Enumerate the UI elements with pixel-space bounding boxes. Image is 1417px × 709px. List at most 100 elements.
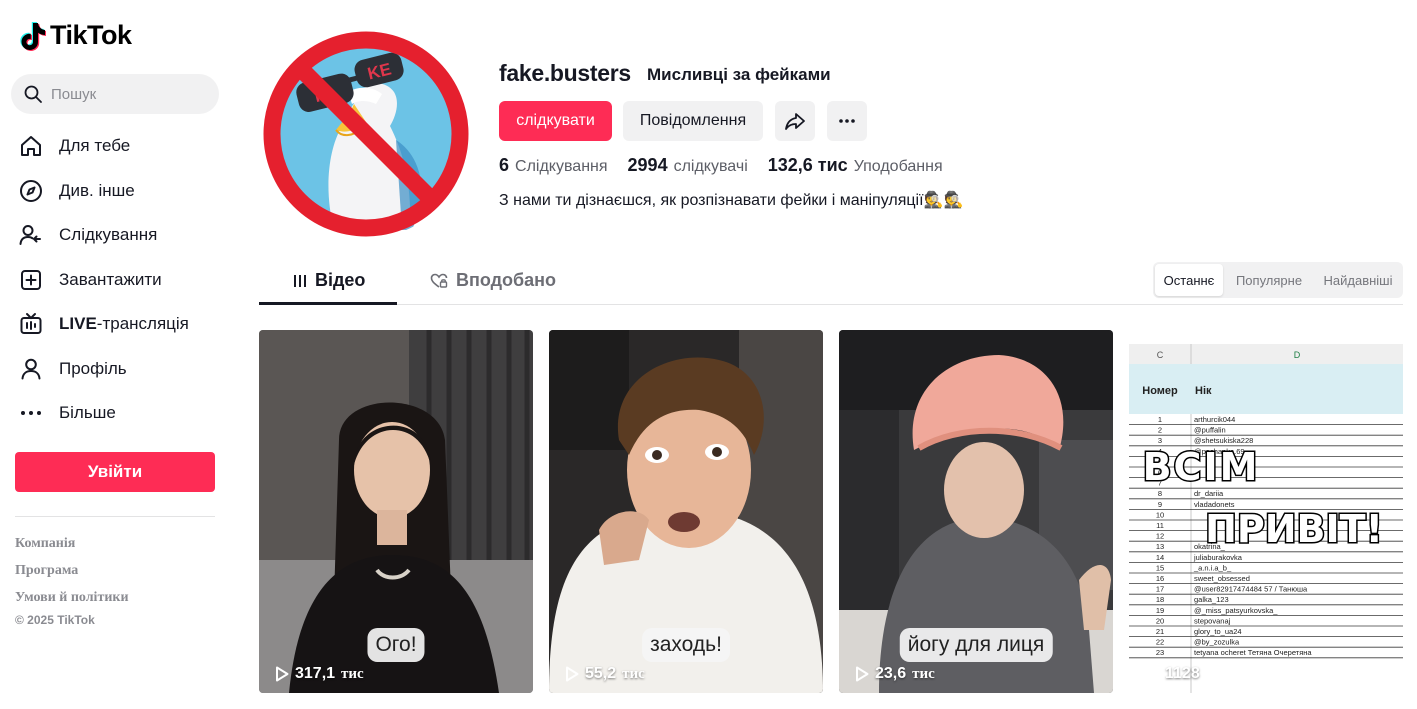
stat-likes-count: 132,6 тис [767, 155, 848, 175]
video-card[interactable]: Ого! 317,1 тис [259, 330, 533, 693]
search-input[interactable] [51, 85, 201, 103]
sheet-cell-number: 16 [1156, 574, 1164, 583]
tab-liked[interactable]: Вподобано [430, 270, 556, 291]
more-options-button[interactable] [827, 101, 867, 141]
stat-following-count: 6 [499, 155, 510, 175]
nav-for-you[interactable]: Для тебе [0, 124, 235, 169]
video-card[interactable]: йогу для лиця 23,6 тис [839, 330, 1113, 693]
nav-label: Слідкування [59, 225, 158, 245]
video-card[interactable]: заходь! 55,2 тис [549, 330, 823, 693]
sheet-header-nick: Нік [1195, 385, 1212, 397]
nav-label: Більше [59, 403, 116, 423]
sheet-cell-number: 18 [1156, 595, 1164, 604]
footer-program-link[interactable]: Програма [15, 563, 129, 590]
stat-followers-count: 2994 [627, 155, 668, 175]
sheet-cell-number: 14 [1156, 553, 1164, 562]
sheet-cell-number: 19 [1156, 606, 1164, 615]
message-button[interactable]: Повідомлення [623, 101, 763, 141]
sheet-cell-nick: tetyana ocheret Тетяна Очеретяна [1194, 648, 1312, 657]
login-button[interactable]: Увійти [15, 452, 215, 492]
video-caption: Ого! [367, 628, 425, 662]
nav-following[interactable]: Слідкування [0, 213, 235, 258]
nav-more[interactable]: Більше [0, 391, 235, 436]
nav-explore[interactable]: Див. інше [0, 169, 235, 214]
nav-label: Для тебе [59, 136, 131, 156]
stat-followers[interactable]: 2994 слідкувачі [628, 155, 748, 176]
sheet-overlay-line1: ВСІМ [1143, 445, 1260, 489]
nav-live[interactable]: LIVE-трансляція [0, 302, 235, 347]
video-views-unit: тис [622, 665, 645, 682]
tiktok-logo[interactable]: TikTok [18, 20, 132, 51]
share-icon [785, 113, 805, 130]
nav-upload[interactable]: Завантажити [0, 258, 235, 303]
sheet-col-d: D [1294, 350, 1301, 360]
sheet-cell-nick: dr_dariia [1194, 489, 1224, 498]
sheet-cell-number: 23 [1156, 648, 1164, 657]
sheet-cell-nick: glory_to_ua24 [1194, 627, 1242, 636]
search-icon [24, 85, 42, 103]
profile-icon [18, 356, 44, 382]
nav-profile[interactable]: Профіль [0, 347, 235, 392]
stat-likes-label: Уподобання [853, 158, 943, 175]
sheet-cell-number: 9 [1158, 500, 1162, 509]
tab-videos[interactable]: Відео [293, 270, 365, 291]
stat-following[interactable]: 6 Слідкування [499, 155, 608, 176]
upload-icon [18, 267, 44, 293]
sort-latest[interactable]: Останнє [1155, 264, 1223, 296]
nav-label: Див. інше [59, 180, 135, 200]
video-views-count: 55,2 [585, 665, 617, 682]
video-card[interactable]: C D Номер Нік 1 arthurcik044 2 @puffalin 3 @s… [1129, 330, 1403, 693]
sheet-cell-number: 21 [1156, 627, 1164, 636]
video-views: 55,2 тис [565, 665, 645, 683]
profile-bio: З нами ти дізнаєшся, як розпізнавати фей… [499, 192, 964, 209]
video-views-count: 23,6 [875, 665, 907, 682]
sheet-cell-nick: stepovanaj [1194, 616, 1231, 625]
stat-likes: 132,6 тис Уподобання [768, 155, 943, 176]
footer-company-link[interactable]: Компанія [15, 536, 129, 563]
sheet-cell-nick: arthurcik044 [1194, 415, 1235, 424]
following-icon [18, 222, 44, 248]
video-views-count: 1128 [1165, 665, 1200, 682]
profile-username: fake.busters [499, 60, 631, 86]
play-icon [276, 666, 289, 682]
sheet-cell-nick: juliaburakovka [1193, 553, 1243, 562]
more-dots-icon [18, 400, 44, 426]
play-icon [856, 666, 869, 682]
video-views: 1128 [1145, 665, 1200, 683]
nav-label-rest: -трансляція [96, 314, 189, 334]
sheet-cell-nick: @puffalin [1194, 426, 1226, 435]
sheet-cell-number: 3 [1158, 436, 1162, 445]
sort-popular[interactable]: Популярне [1223, 264, 1315, 296]
sheet-cell-number: 11 [1156, 521, 1164, 530]
logo-text: TikTok [50, 20, 132, 50]
sheet-cell-nick: @user82917474484 57 / Танюша [1194, 585, 1308, 594]
video-caption: заходь! [642, 628, 730, 662]
video-views: 23,6 тис [855, 665, 935, 683]
sort-oldest[interactable]: Найдавніші [1315, 264, 1401, 296]
search-bar[interactable] [11, 74, 219, 114]
sheet-col-c: C [1157, 350, 1164, 360]
grid-icon [294, 274, 306, 287]
profile-avatar[interactable]: FA KE [262, 30, 470, 238]
sheet-header-number: Номер [1142, 385, 1178, 397]
follow-button[interactable]: слідкувати [499, 101, 612, 141]
video-thumbnail-spreadsheet: C D Номер Нік 1 arthurcik044 2 @puffalin 3 @s… [1129, 330, 1403, 693]
tab-videos-label: Відео [315, 270, 366, 290]
home-icon [18, 133, 44, 159]
sheet-cell-nick: @by_zozulka [1194, 638, 1240, 647]
video-views-unit: тис [341, 665, 364, 682]
video-caption: йогу для лиця [899, 628, 1053, 662]
more-horizontal-icon [839, 119, 855, 123]
nav-label: LIVE-трансляція [59, 314, 189, 334]
stat-followers-label: слідкувачі [673, 158, 748, 175]
profile-stats: 6 Слідкування 2994 слідкувачі 132,6 тис Упо… [499, 155, 943, 176]
nav-label-bold: LIVE [59, 314, 97, 334]
sheet-cell-number: 22 [1156, 638, 1164, 647]
video-views-unit: тис [912, 665, 935, 682]
heart-lock-icon [430, 273, 448, 288]
sheet-cell-nick: @shetsukiska228 [1194, 436, 1253, 445]
play-icon [566, 666, 579, 682]
share-button[interactable] [775, 101, 815, 141]
sheet-cell-number: 2 [1158, 426, 1162, 435]
sidebar-divider [15, 516, 215, 517]
